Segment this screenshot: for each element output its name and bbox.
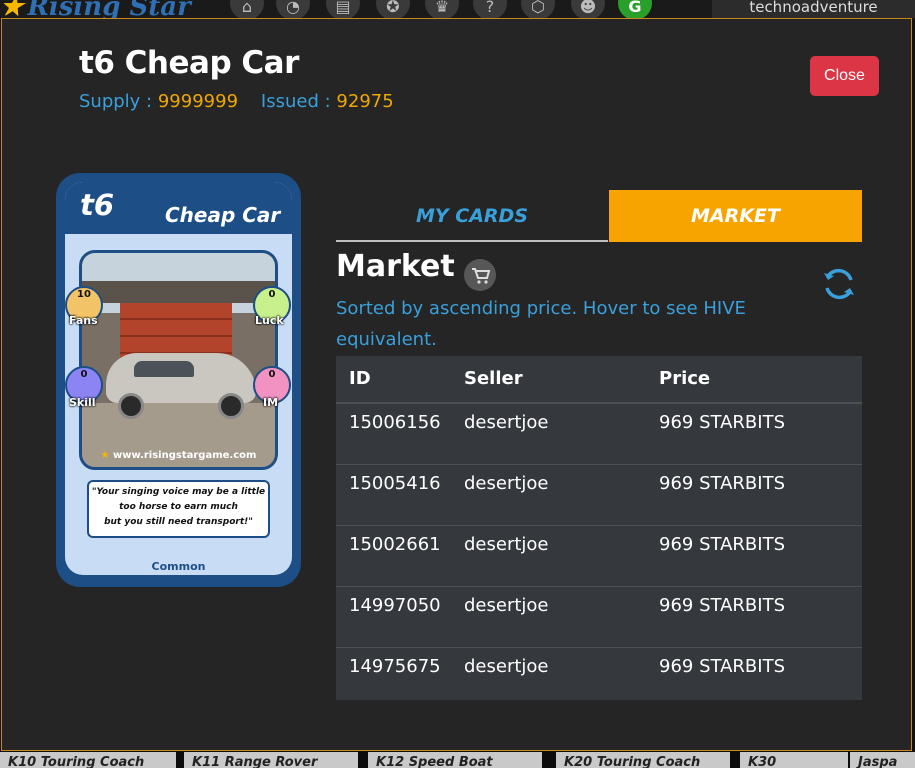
star-icon: ★ (100, 450, 110, 461)
table-row[interactable]: 14975675 desertjoe 969 STARBITS (336, 648, 862, 709)
table-row[interactable]: 15005416 desertjoe 969 STARBITS (336, 465, 862, 526)
table-row[interactable]: 15006156 desertjoe 969 STARBITS (336, 404, 862, 465)
site-logo[interactable]: ★ Rising Star (0, 0, 191, 20)
modal-title: t6 Cheap Car (79, 45, 299, 81)
refresh-icon[interactable] (820, 265, 858, 303)
image-car-window (134, 361, 194, 377)
table-row[interactable]: 14997050 desertjoe 969 STARBITS (336, 587, 862, 648)
supply-value: 9999999 (157, 91, 239, 112)
card-detail-modal: t6 Cheap Car Supply : 9999999 Issued : 9… (1, 18, 912, 751)
image-wheel (118, 393, 144, 419)
card-face: t6 Cheap Car ★ www.risingstargame.com 10… (65, 182, 292, 575)
card-name: Cheap Car (165, 203, 281, 227)
cart-icon (464, 259, 496, 291)
card-image: ★ www.risingstargame.com (79, 250, 278, 470)
supply-label: Supply : (79, 91, 153, 112)
username[interactable]: technoadventure (712, 0, 915, 18)
background-card-strip: K10 Touring Coach K11 Range Rover K12 Sp… (0, 752, 915, 768)
row-price: 969 STARBITS (659, 473, 785, 494)
market-heading: Market (336, 249, 455, 284)
market-sort-note: Sorted by ascending price. Hover to see … (336, 298, 746, 350)
bg-card: K12 Speed Boat (368, 752, 542, 768)
row-price: 969 STARBITS (659, 534, 785, 555)
row-id: 15005416 (349, 473, 441, 494)
column-header-id: ID (349, 368, 371, 389)
row-id: 15002661 (349, 534, 441, 555)
row-id: 14997050 (349, 595, 441, 616)
site-header: ★ Rising Star ⌂ ◔ ▤ ✪ ♛ ? ⬡ ☻ G technoadv… (0, 0, 915, 20)
row-seller: desertjoe (464, 473, 549, 494)
tab-market[interactable]: MARKET (609, 190, 862, 242)
row-seller: desertjoe (464, 656, 549, 677)
gauge-icon[interactable]: ◔ (276, 0, 310, 20)
image-garage-roof (82, 281, 275, 303)
card-tier: t6 (80, 188, 115, 222)
market-table: ID Seller Price 15006156 desertjoe 969 S… (336, 356, 862, 700)
bg-card: K11 Range Rover (184, 752, 358, 768)
close-button[interactable]: Close (810, 56, 879, 96)
bg-card: K20 Touring Coach (556, 752, 730, 768)
row-seller: desertjoe (464, 595, 549, 616)
bg-card: Jaspa (850, 752, 915, 768)
home-icon[interactable]: ⌂ (230, 0, 264, 20)
issued-value: 92975 (336, 91, 394, 112)
bg-card: K10 Touring Coach (0, 752, 176, 768)
skill-stat-label: Skill (69, 396, 96, 409)
card-header: t6 Cheap Car (65, 182, 292, 234)
im-stat-label: IM (263, 396, 279, 409)
trophy-icon[interactable]: ♛ (425, 0, 459, 20)
row-price: 969 STARBITS (659, 412, 785, 433)
help-icon[interactable]: ? (473, 0, 507, 20)
row-seller: desertjoe (464, 534, 549, 555)
cards-icon[interactable]: ▤ (326, 0, 360, 20)
fans-stat-label: Fans (69, 314, 98, 327)
card-artwork[interactable]: t6 Cheap Car ★ www.risingstargame.com 10… (56, 173, 301, 587)
row-id: 14975675 (349, 656, 441, 677)
luck-stat-label: Luck (255, 314, 284, 327)
card-quote: "Your singing voice may be a little too … (87, 480, 270, 538)
medal-icon[interactable]: ✪ (376, 0, 410, 20)
tab-my-cards[interactable]: MY CARDS (336, 190, 608, 242)
hive-icon[interactable]: ⬡ (521, 0, 555, 20)
table-header: ID Seller Price (336, 356, 862, 404)
star-icon: ★ (0, 0, 24, 20)
image-wheel (218, 393, 244, 419)
card-rarity: Common (151, 560, 206, 573)
issued-label: Issued : (260, 91, 331, 112)
g-icon[interactable]: G (618, 0, 652, 20)
discord-icon[interactable]: ☻ (571, 0, 605, 20)
row-price: 969 STARBITS (659, 656, 785, 677)
column-header-price: Price (659, 368, 711, 389)
row-id: 15006156 (349, 412, 441, 433)
card-website: ★ www.risingstargame.com (100, 450, 257, 461)
column-header-seller: Seller (464, 368, 523, 389)
row-price: 969 STARBITS (659, 595, 785, 616)
bg-card: K30 (740, 752, 848, 768)
table-row[interactable]: 15002661 desertjoe 969 STARBITS (336, 526, 862, 587)
row-seller: desertjoe (464, 412, 549, 433)
supply-info: Supply : 9999999 Issued : 92975 (79, 91, 394, 112)
